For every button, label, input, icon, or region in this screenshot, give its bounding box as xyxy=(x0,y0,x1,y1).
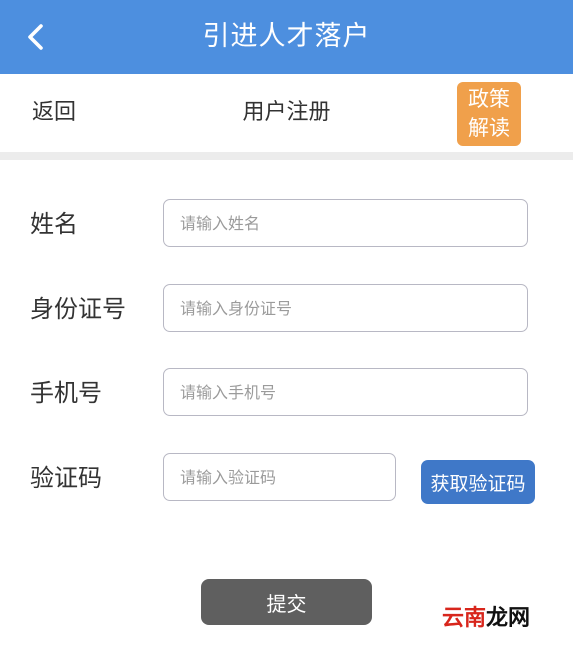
policy-interpretation-button[interactable]: 政策 解读 xyxy=(457,82,521,146)
submit-button[interactable]: 提交 xyxy=(201,579,372,625)
nav-bar: 引进人才落户 xyxy=(0,0,573,74)
code-label: 验证码 xyxy=(30,464,102,492)
form-row-phone: 手机号 xyxy=(0,368,573,418)
phone-label: 手机号 xyxy=(30,379,102,407)
chevron-left-icon[interactable] xyxy=(22,22,50,52)
id-number-label: 身份证号 xyxy=(30,295,126,323)
section-divider xyxy=(0,152,573,160)
back-link[interactable]: 返回 xyxy=(32,98,76,128)
id-number-input[interactable] xyxy=(163,284,528,332)
form-row-name: 姓名 xyxy=(0,199,573,249)
watermark-part1: 云南 xyxy=(442,606,487,631)
page-title: 引进人才落户 xyxy=(202,21,371,52)
policy-button-line1: 政策 xyxy=(468,87,510,111)
form-row-code: 验证码 获取验证码 xyxy=(0,453,573,504)
sub-header: 返回 用户注册 政策 解读 xyxy=(0,74,573,152)
watermark: 云南龙网 xyxy=(440,604,533,634)
watermark-part2: 龙网 xyxy=(486,606,531,631)
get-code-button[interactable]: 获取验证码 xyxy=(421,460,535,504)
form-row-id-number: 身份证号 xyxy=(0,284,573,334)
name-input[interactable] xyxy=(163,199,528,247)
phone-input[interactable] xyxy=(163,368,528,416)
name-label: 姓名 xyxy=(30,210,78,238)
policy-button-line2: 解读 xyxy=(468,116,510,140)
code-input[interactable] xyxy=(163,453,396,501)
